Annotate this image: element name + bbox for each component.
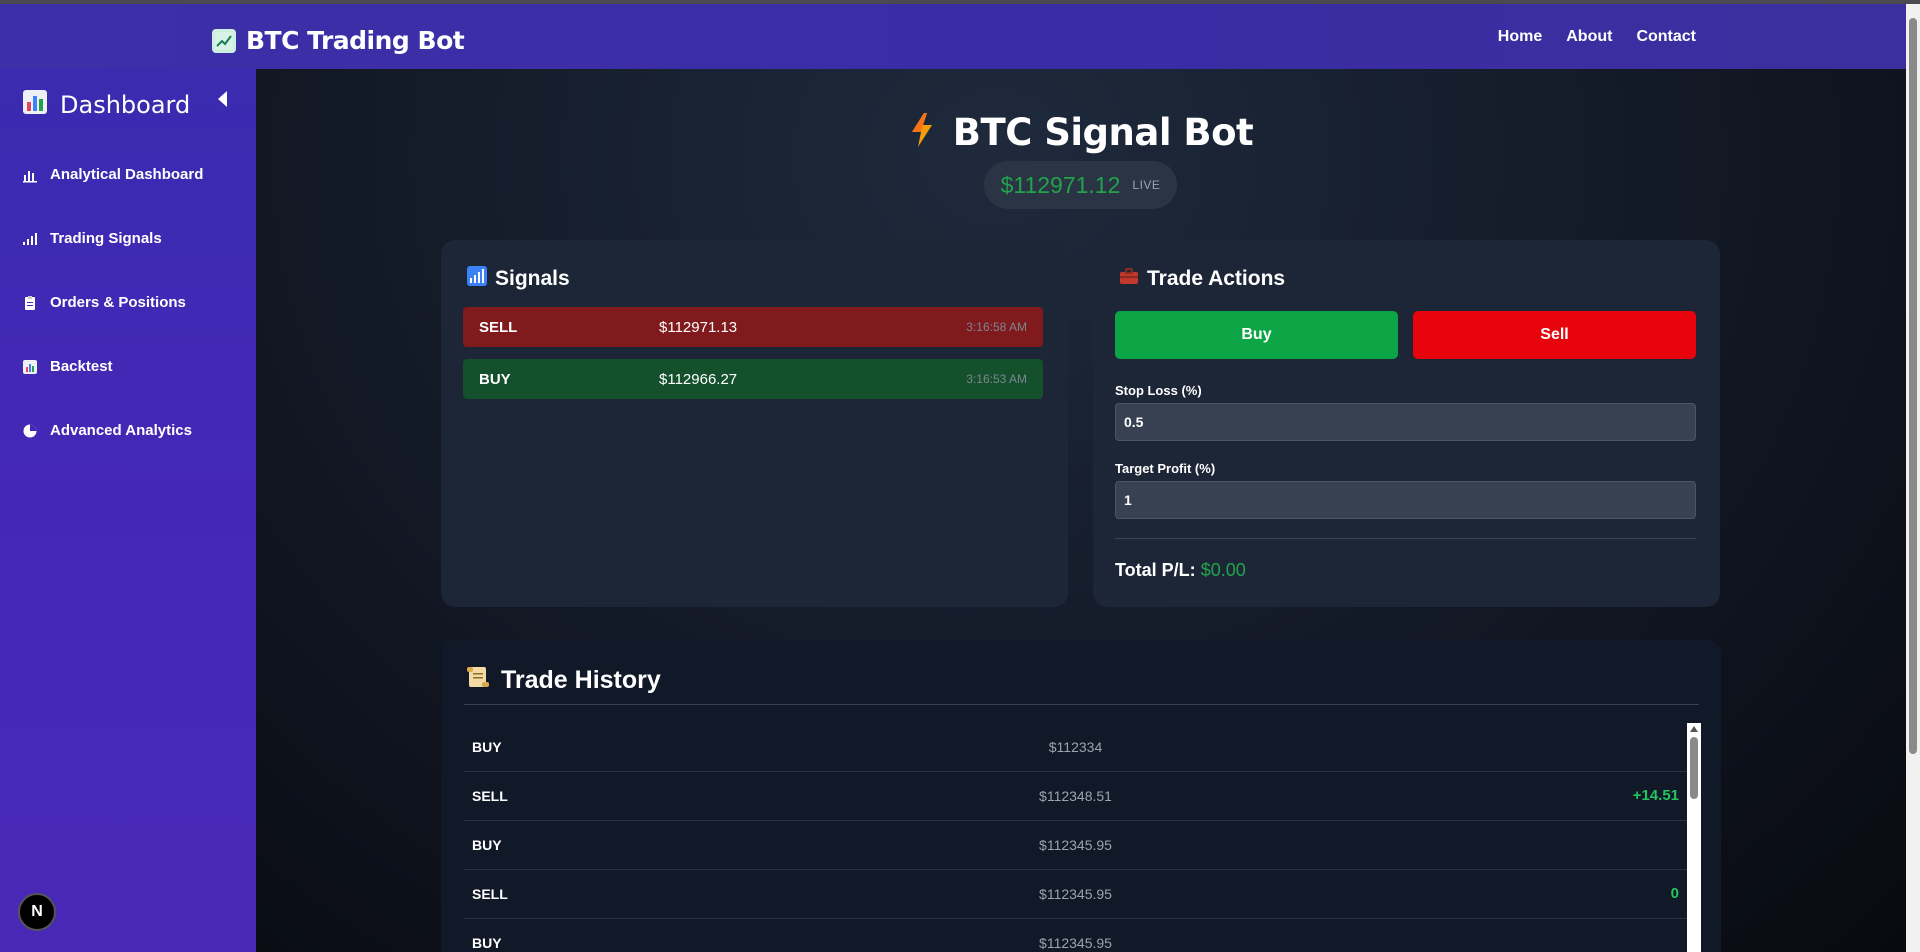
- page-title: BTC Signal Bot: [256, 111, 1906, 154]
- live-indicator: LIVE: [1132, 178, 1161, 192]
- sidebar-item-orders-positions[interactable]: Orders & Positions: [22, 294, 186, 311]
- lightning-icon: [909, 112, 935, 153]
- divider: [1115, 538, 1696, 539]
- top-navbar: BTC Trading Bot Home About Contact: [0, 4, 1906, 69]
- trade-history-card: Trade History BUY $112334 SELL $112348.5…: [441, 640, 1721, 952]
- dashboard-chart-icon: [22, 89, 48, 120]
- sidebar: Dashboard Analytical Dashboard Trading S…: [0, 69, 256, 952]
- live-price-value: $112971.12: [1000, 171, 1121, 198]
- trade-history-title: Trade History: [465, 664, 661, 697]
- signals-title-text: Signals: [495, 267, 570, 290]
- nav-about-link[interactable]: About: [1566, 28, 1612, 46]
- sidebar-item-trading-signals[interactable]: Trading Signals: [22, 230, 162, 247]
- sell-button[interactable]: Sell: [1413, 311, 1696, 359]
- divider: [464, 704, 1699, 705]
- bar-chart-icon: [22, 167, 38, 183]
- brand[interactable]: BTC Trading Bot: [212, 26, 465, 55]
- sidebar-item-label: Trading Signals: [50, 230, 162, 247]
- total-pl: Total P/L: $0.00: [1115, 560, 1246, 581]
- sidebar-header: Dashboard: [22, 89, 190, 120]
- signals-card: Signals SELL $112971.13 3:16:58 AM BUY $…: [441, 240, 1068, 607]
- sidebar-item-label: Backtest: [50, 358, 113, 375]
- signal-price: $112971.13: [659, 318, 738, 336]
- trade-price: $112345.95: [1039, 886, 1112, 902]
- trade-price: $112345.95: [1039, 935, 1112, 951]
- trade-price: $112348.51: [1039, 788, 1112, 804]
- total-pl-value: $0.00: [1200, 560, 1246, 580]
- scroll-up-arrow-icon[interactable]: [1690, 726, 1698, 732]
- sidebar-item-backtest[interactable]: Backtest: [22, 358, 113, 375]
- signal-bars-icon: [22, 231, 38, 247]
- signal-price: $112966.27: [659, 370, 738, 388]
- signals-title: Signals: [467, 266, 570, 292]
- signal-time: 3:16:58 AM: [966, 320, 1027, 334]
- table-row: SELL $112345.95 0: [464, 870, 1687, 919]
- signal-chart-icon: [467, 266, 487, 292]
- trade-price: $112345.95: [1039, 837, 1112, 853]
- nav-contact-link[interactable]: Contact: [1636, 28, 1696, 46]
- table-row: BUY $112345.95: [464, 919, 1687, 952]
- trade-actions-card: Trade Actions Buy Sell Stop Loss (%) Tar…: [1093, 240, 1720, 607]
- sidebar-title: Dashboard: [60, 90, 191, 119]
- sidebar-collapse-toggle-icon[interactable]: [218, 91, 227, 107]
- n-badge-button[interactable]: N: [18, 893, 56, 931]
- briefcase-icon: [1119, 266, 1139, 292]
- stop-loss-label: Stop Loss (%): [1115, 383, 1202, 398]
- page-scrollbar-thumb[interactable]: [1909, 18, 1917, 754]
- sidebar-item-label: Orders & Positions: [50, 294, 186, 311]
- nav-links: Home About Contact: [1498, 28, 1696, 46]
- nav-home-link[interactable]: Home: [1498, 28, 1542, 46]
- signal-row[interactable]: BUY $112966.27 3:16:53 AM: [463, 359, 1043, 399]
- sidebar-item-analytical-dashboard[interactable]: Analytical Dashboard: [22, 166, 203, 183]
- trade-history-list[interactable]: BUY $112334 SELL $112348.51 +14.51 BUY $…: [464, 723, 1687, 952]
- signal-type: SELL: [479, 318, 518, 336]
- trade-pnl: 0: [1670, 885, 1679, 902]
- page-scrollbar[interactable]: [1906, 4, 1920, 952]
- sidebar-item-label: Advanced Analytics: [50, 422, 192, 439]
- signal-type: BUY: [479, 370, 511, 388]
- clipboard-icon: [22, 295, 38, 311]
- page-title-text: BTC Signal Bot: [952, 111, 1254, 154]
- scroll-icon: [465, 664, 491, 697]
- sidebar-item-label: Analytical Dashboard: [50, 166, 204, 183]
- trade-history-title-text: Trade History: [501, 666, 661, 694]
- total-pl-label: Total P/L:: [1115, 560, 1196, 580]
- signal-row[interactable]: SELL $112971.13 3:16:58 AM: [463, 307, 1043, 347]
- trade-history-scrollbar[interactable]: [1687, 723, 1701, 952]
- stop-loss-input[interactable]: [1115, 403, 1696, 441]
- target-profit-input[interactable]: [1115, 481, 1696, 519]
- pie-chart-icon: [22, 423, 38, 439]
- trade-pnl: +14.51: [1632, 787, 1679, 804]
- sidebar-item-advanced-analytics[interactable]: Advanced Analytics: [22, 422, 192, 439]
- buy-button[interactable]: Buy: [1115, 311, 1398, 359]
- chart-icon: [22, 359, 38, 375]
- table-row: BUY $112345.95: [464, 821, 1687, 870]
- signal-time: 3:16:53 AM: [966, 372, 1027, 386]
- live-price-pill: $112971.12 LIVE: [984, 161, 1177, 209]
- trade-price: $112334: [1048, 739, 1103, 755]
- main-content: BTC Signal Bot $112971.12 LIVE Signals S…: [256, 69, 1906, 952]
- trade-actions-title: Trade Actions: [1119, 266, 1285, 292]
- brand-title: BTC Trading Bot: [246, 26, 465, 55]
- table-row: BUY $112334: [464, 723, 1687, 772]
- target-profit-label: Target Profit (%): [1115, 461, 1216, 476]
- trade-actions-title-text: Trade Actions: [1147, 267, 1286, 290]
- scrollbar-thumb[interactable]: [1690, 737, 1698, 799]
- table-row: SELL $112348.51 +14.51: [464, 772, 1687, 821]
- chart-up-icon: [212, 28, 236, 53]
